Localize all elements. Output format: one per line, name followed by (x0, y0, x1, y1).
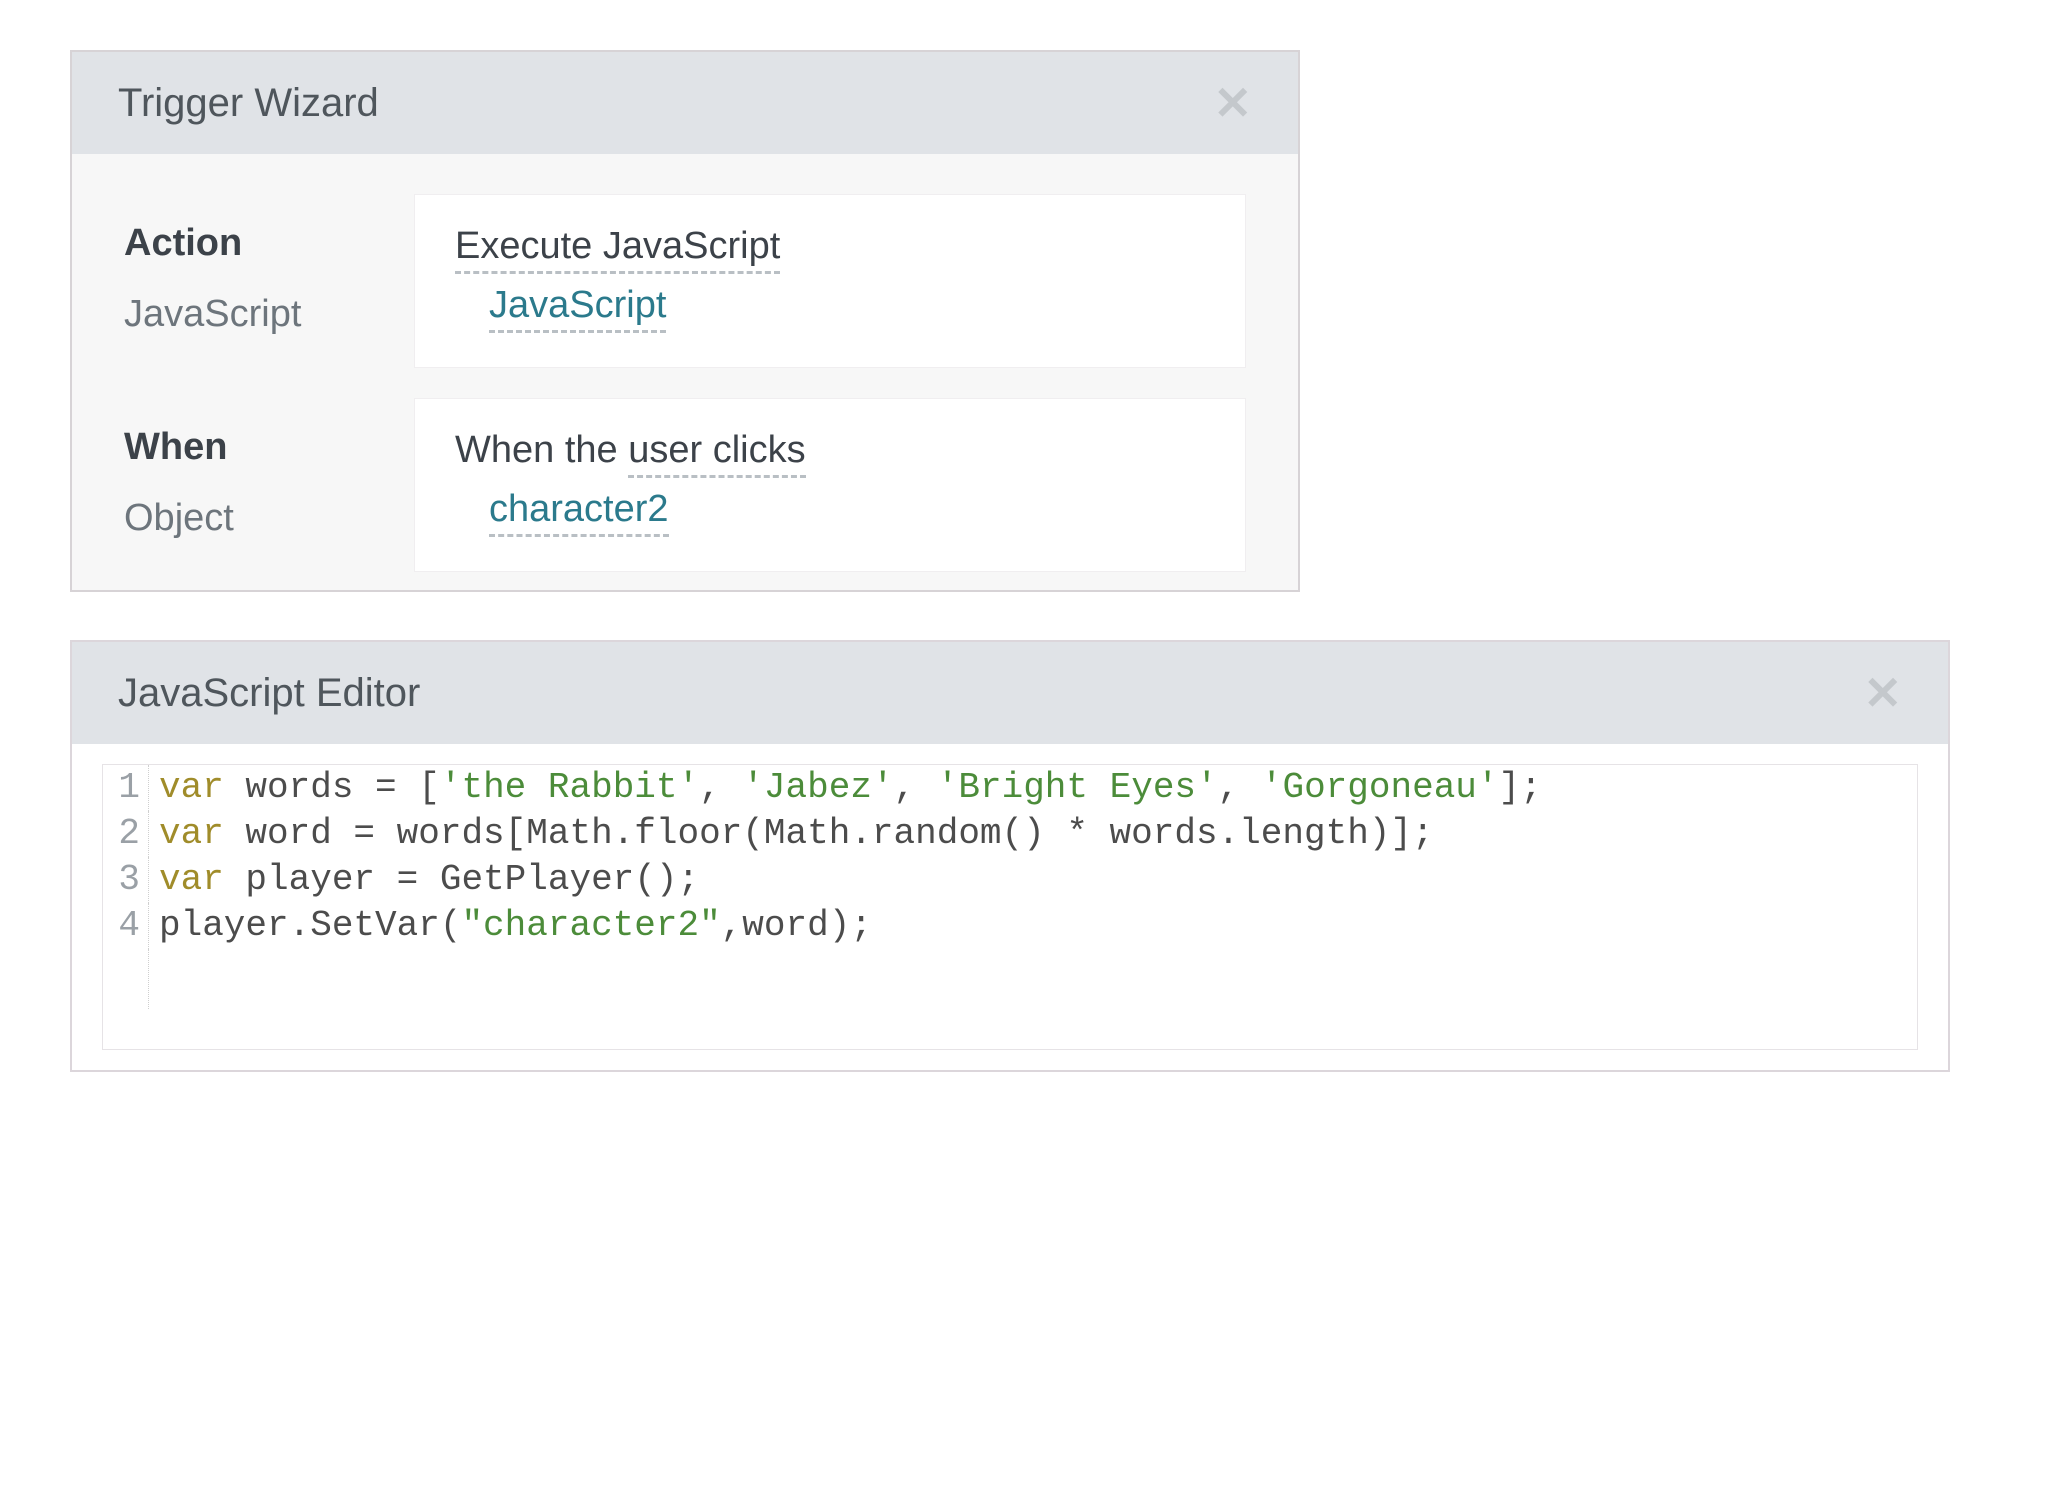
javascript-editor-panel: JavaScript Editor ✕ 1 var words = ['the … (70, 640, 1950, 1072)
action-card: Execute JavaScript JavaScript (414, 194, 1246, 368)
when-card: When the user clicks character2 (414, 398, 1246, 572)
when-section: When Object When the user clicks charact… (124, 398, 1246, 572)
object-label: Object (124, 497, 394, 540)
action-section: Action JavaScript Execute JavaScript Jav… (124, 194, 1246, 368)
javascript-label: JavaScript (124, 293, 394, 336)
trigger-wizard-header: Trigger Wizard ✕ (72, 52, 1298, 154)
when-value-row: When the user clicks (455, 423, 1205, 482)
object-dropdown[interactable]: character2 (489, 488, 669, 537)
code-text: var words = ['the Rabbit', 'Jabez', 'Bri… (149, 765, 1542, 811)
object-value-row: character2 (455, 482, 1205, 541)
line-number: 3 (103, 857, 149, 903)
code-line-empty (103, 949, 1917, 1009)
javascript-editor-body: 1 var words = ['the Rabbit', 'Jabez', 'B… (72, 744, 1948, 1070)
close-icon[interactable]: ✕ (1207, 80, 1258, 126)
javascript-editor-title: JavaScript Editor (118, 671, 420, 716)
line-number: 4 (103, 903, 149, 949)
code-line: 2 var word = words[Math.floor(Math.rando… (103, 811, 1917, 857)
line-number: 1 (103, 765, 149, 811)
code-line: 3 var player = GetPlayer(); (103, 857, 1917, 903)
code-line: 1 var words = ['the Rabbit', 'Jabez', 'B… (103, 765, 1917, 811)
line-number-empty (103, 949, 149, 1009)
line-number: 2 (103, 811, 149, 857)
when-prefix-text: When the (455, 429, 628, 471)
javascript-link[interactable]: JavaScript (489, 284, 666, 333)
code-line: 4 player.SetVar("character2",word); (103, 903, 1917, 949)
when-event-dropdown[interactable]: user clicks (628, 429, 805, 478)
close-icon[interactable]: ✕ (1857, 670, 1908, 716)
trigger-wizard-body: Action JavaScript Execute JavaScript Jav… (72, 154, 1298, 590)
javascript-editor-header: JavaScript Editor ✕ (72, 642, 1948, 744)
action-label: Action (124, 222, 394, 265)
when-label: When (124, 426, 394, 469)
action-dropdown[interactable]: Execute JavaScript (455, 225, 780, 274)
trigger-wizard-title: Trigger Wizard (118, 81, 379, 126)
code-text: var player = GetPlayer(); (149, 857, 699, 903)
action-value-row: Execute JavaScript (455, 219, 1205, 278)
javascript-link-row: JavaScript (455, 278, 1205, 337)
code-text: player.SetVar("character2",word); (149, 903, 872, 949)
code-editor[interactable]: 1 var words = ['the Rabbit', 'Jabez', 'B… (102, 764, 1918, 1050)
code-text: var word = words[Math.floor(Math.random(… (149, 811, 1434, 857)
trigger-wizard-panel: Trigger Wizard ✕ Action JavaScript Execu… (70, 50, 1300, 592)
